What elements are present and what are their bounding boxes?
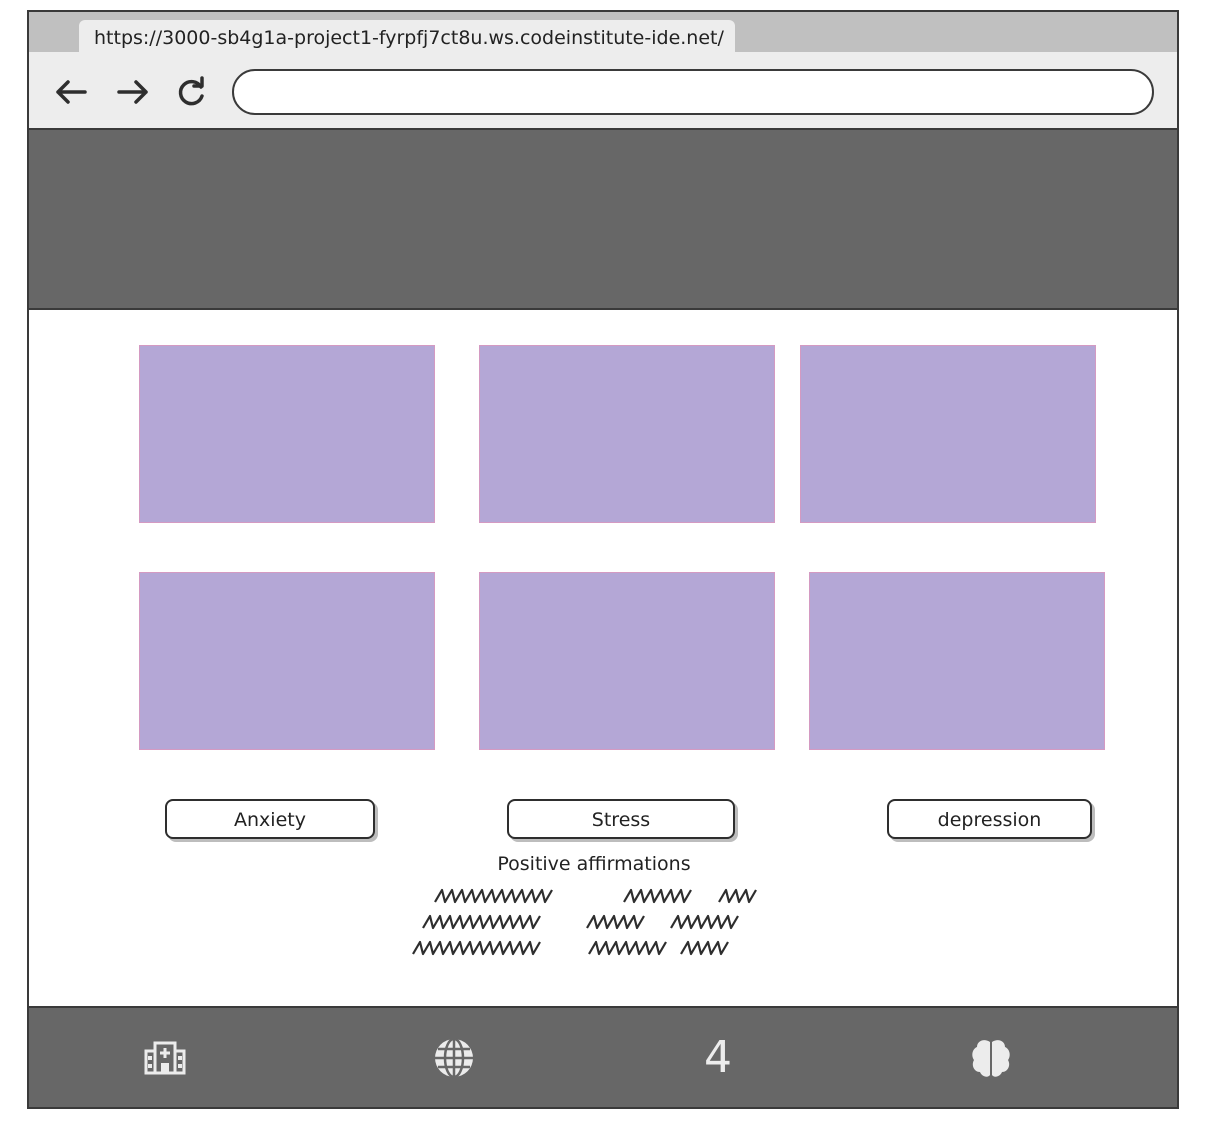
image-card-4: [139, 572, 435, 750]
stress-button[interactable]: Stress: [507, 799, 735, 839]
address-bar[interactable]: [232, 69, 1154, 115]
image-card-2: [479, 345, 775, 523]
brain-icon: [972, 1040, 1010, 1077]
arrow-left-icon: [56, 80, 87, 104]
four-icon: 4: [704, 1032, 732, 1083]
hospital-icon: [144, 1041, 186, 1075]
footer-hospital-link[interactable]: [143, 1036, 187, 1080]
tab-bar: https://3000-sb4g1a-project1-fyrpfj7ct8u…: [29, 12, 1177, 52]
image-card-3: [800, 345, 1096, 523]
anxiety-button[interactable]: Anxiety: [165, 799, 375, 839]
browser-toolbar: [29, 52, 1177, 130]
footer-four-link[interactable]: 4: [696, 1036, 740, 1080]
image-card-6: [809, 572, 1105, 750]
forward-button[interactable]: [113, 75, 153, 109]
image-card-5: [479, 572, 775, 750]
depression-button[interactable]: depression: [887, 799, 1092, 839]
browser-tab[interactable]: https://3000-sb4g1a-project1-fyrpfj7ct8u…: [79, 20, 735, 52]
header-banner: [29, 130, 1177, 310]
footer-globe-link[interactable]: [432, 1036, 476, 1080]
footer: 4: [29, 1006, 1177, 1107]
arrow-right-icon: [117, 80, 148, 104]
reload-icon: [178, 76, 204, 106]
footer-brain-link[interactable]: [969, 1036, 1013, 1080]
image-card-1: [139, 345, 435, 523]
reload-button[interactable]: [171, 75, 211, 109]
globe-icon: [435, 1037, 473, 1079]
browser-window: https://3000-sb4g1a-project1-fyrpfj7ct8u…: [27, 10, 1179, 1109]
affirmations-title: Positive affirmations: [497, 853, 691, 875]
placeholder-text-scribble: [412, 888, 757, 956]
back-button[interactable]: [51, 75, 91, 109]
tab-url-text: https://3000-sb4g1a-project1-fyrpfj7ct8u…: [94, 27, 724, 49]
